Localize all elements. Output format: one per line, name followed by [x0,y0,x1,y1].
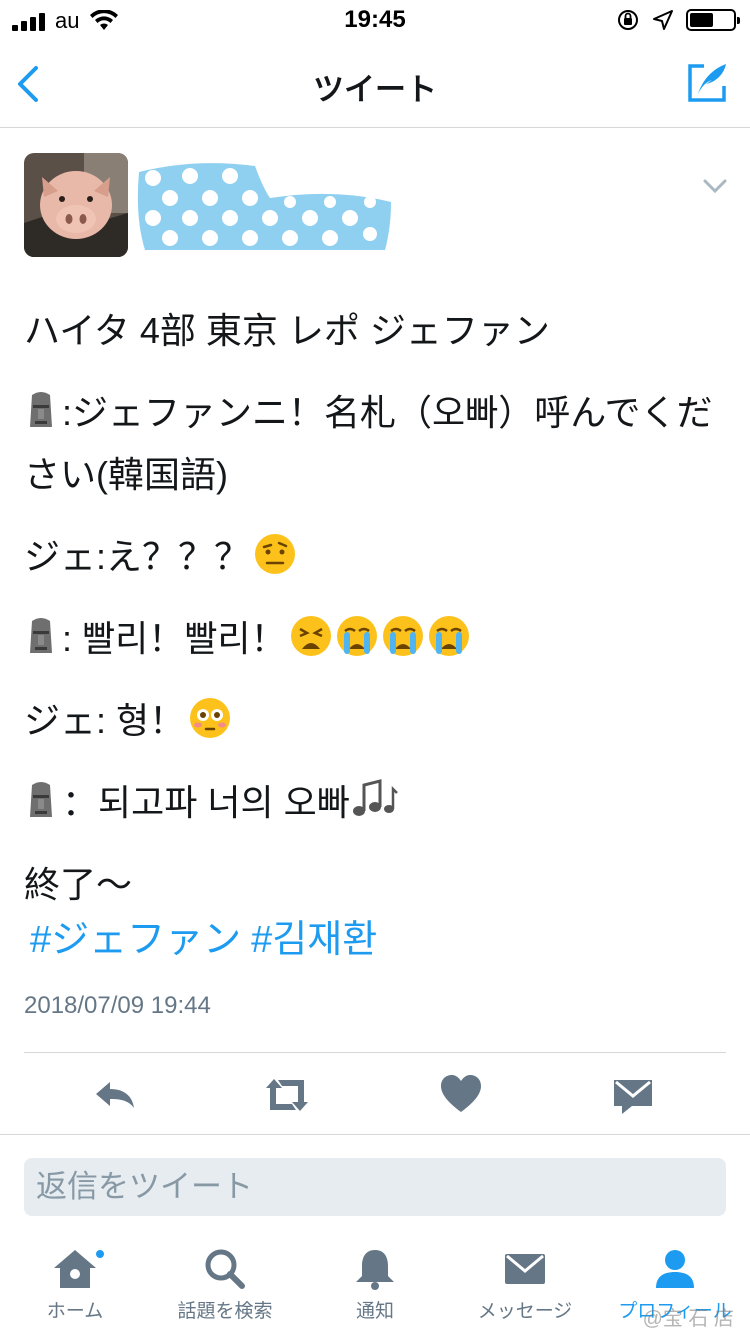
retweet-icon[interactable] [262,1070,312,1120]
location-icon [653,10,673,30]
page-title: ツイート [313,72,437,107]
moai-emoji-icon [30,782,52,817]
tweet-line-text: ハイタ 4部 東京 レポ ジェファン [24,310,550,351]
hashtag-list: #ジェファン #김재환 [30,908,387,963]
crying-face-emoji-icon [429,616,470,656]
tweet-line-text: ジェ:え？？？ [24,536,251,577]
compose-tweet-icon[interactable] [684,60,730,106]
tab-bar: ホーム 話題を検索 通知 メッセージ プロフィール [0,1240,750,1334]
tweet-line: ジェ: 형！ [24,690,724,752]
tab-label: 話題を検索 [177,1301,273,1322]
tweet-line: ジェ:え？？？ [24,526,724,588]
tab-label: 通知 [355,1301,394,1322]
moai-emoji-icon [30,618,52,653]
search-icon [205,1249,245,1289]
music-notes-emoji-icon [352,779,398,816]
direct-message-icon[interactable] [608,1070,658,1120]
envelope-icon [505,1254,545,1284]
hashtag-link[interactable]: #김재환 [251,919,377,961]
flushed-face-emoji-icon [190,698,231,738]
bell-icon [356,1250,394,1290]
hashtag-link[interactable]: #ジェファン [30,919,241,961]
tweet-actions [0,1070,750,1126]
tweet-timestamp: 2018/07/09 19:44 [24,992,211,1019]
home-icon [54,1250,96,1288]
crying-face-emoji-icon [383,616,424,656]
divider [24,1052,726,1053]
orientation-lock-icon [618,10,638,30]
tweet-line: 終了〜 [24,854,724,916]
divider [0,1134,750,1135]
tweet-line-text: :ジェファンニ！名札（오빠）呼んでください(韓国語) [24,392,713,495]
like-heart-icon[interactable] [436,1070,486,1120]
notification-dot [94,1248,106,1260]
reply-icon[interactable] [90,1070,140,1120]
tweet-line: ：되고파 너의 오빠 [24,772,724,834]
tab-label: メッセージ [477,1301,573,1322]
tab-label: ホーム [46,1301,104,1322]
status-bar: au 19:45 [0,0,750,40]
chevron-down-icon[interactable] [702,176,728,196]
weibo-watermark: @宝 石 店 [642,1308,734,1330]
tab-messages[interactable]: メッセージ [450,1240,600,1334]
navigation-bar: ツイート [0,40,750,128]
tweet-text: ハイタ 4部 東京 レポ ジェファン :ジェファンニ！名札（오빠）呼んでください… [24,300,724,936]
tab-home[interactable]: ホーム [0,1240,150,1334]
tweet-line: ハイタ 4部 東京 レポ ジェファン [24,300,724,362]
avatar[interactable] [24,153,128,257]
tab-notifications[interactable]: 通知 [300,1240,450,1334]
tweet-line: :ジェファンニ！名札（오빠）呼んでください(韓国語) [24,382,724,506]
tired-face-emoji-icon [291,616,332,656]
username-redacted[interactable] [135,158,393,250]
person-icon [656,1250,694,1288]
tweet-line-text: ：되고파 너의 오빠 [62,782,350,823]
tweet-line-text: 終了〜 [24,864,133,905]
tweet-line: : 빨리！빨리！ [24,608,724,670]
reply-input[interactable]: 返信をツイート [24,1158,726,1216]
moai-emoji-icon [30,392,52,427]
tweet-line-text: ジェ: 형！ [24,700,186,741]
battery-icon [686,9,740,31]
raised-eyebrow-emoji-icon [255,534,296,574]
tab-search[interactable]: 話題を検索 [150,1240,300,1334]
tweet-line-text: : 빨리！빨리！ [62,618,287,659]
crying-face-emoji-icon [337,616,378,656]
